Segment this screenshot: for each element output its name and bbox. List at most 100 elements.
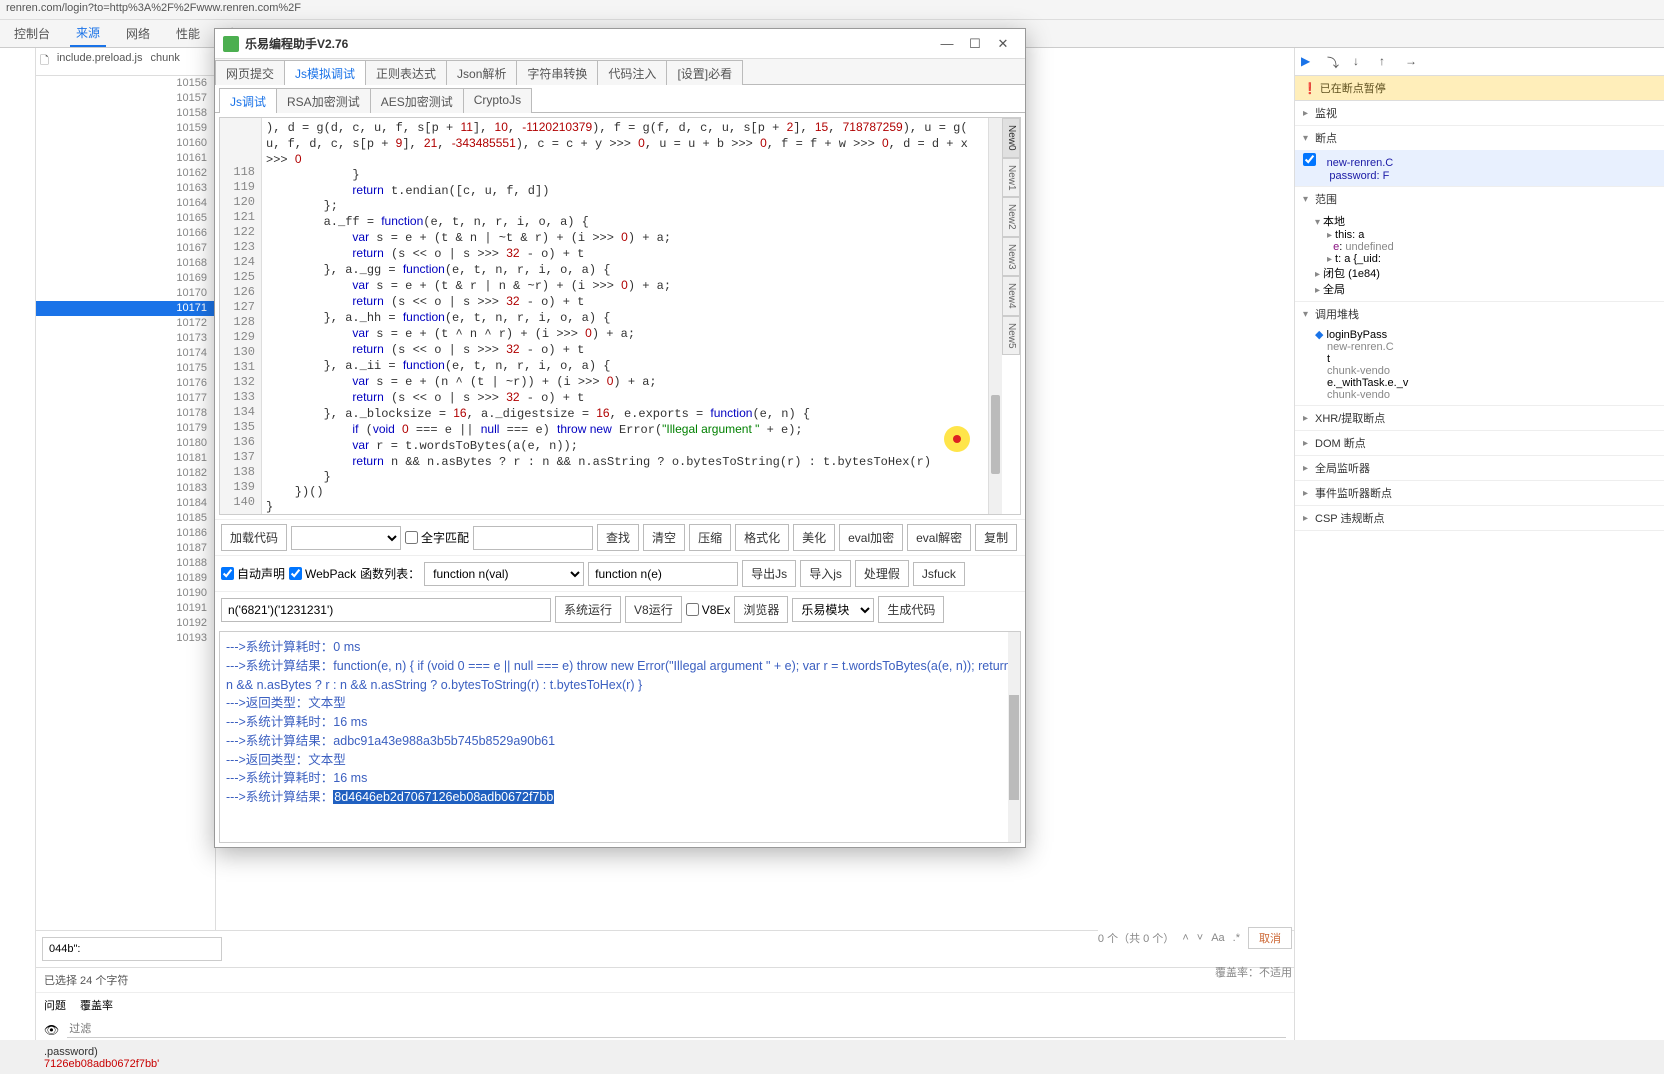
vertical-scrollbar[interactable] [988, 118, 1002, 514]
scope-t[interactable]: t: a {_uid: [1327, 253, 1656, 265]
v8ex-checkbox[interactable]: V8Ex [686, 603, 731, 617]
out-line-6: --->返回类型：文本型 [226, 751, 1014, 770]
jsfuck-button[interactable]: Jsfuck [913, 562, 965, 586]
handle-fake-button[interactable]: 处理假 [855, 560, 909, 587]
scope-global[interactable]: 全局 [1315, 281, 1656, 297]
module-select[interactable]: 乐易模块 [792, 598, 874, 622]
tab-issues[interactable]: 问题 [44, 997, 66, 1013]
tab-settings[interactable]: [设置]必看 [666, 60, 743, 85]
scope-this[interactable]: this: a [1327, 229, 1656, 241]
resume-icon[interactable]: ▶ [1301, 54, 1317, 70]
step-out-icon[interactable]: ↑ [1379, 54, 1395, 70]
file-chunk[interactable]: chunk [150, 52, 179, 71]
system-run-button[interactable]: 系统运行 [555, 596, 621, 623]
side-tab-new0[interactable]: New0 [1002, 118, 1020, 158]
tab-js-debug[interactable]: Js模拟调试 [284, 60, 366, 85]
tab-performance[interactable]: 性能 [170, 21, 206, 46]
step-over-icon[interactable]: ⤵ [1327, 54, 1343, 70]
subtab-js[interactable]: Js调试 [219, 88, 277, 113]
cancel-button[interactable]: 取消 [1248, 927, 1292, 949]
xhr-breakpoints[interactable]: XHR/提取断点 [1295, 406, 1664, 430]
search-input[interactable] [42, 937, 222, 961]
export-js-lower-button[interactable]: 导入js [800, 560, 851, 587]
step-icon[interactable]: → [1405, 54, 1421, 70]
match-case[interactable]: Aa [1211, 932, 1224, 944]
scope-local[interactable]: 本地 [1315, 213, 1656, 229]
find-button[interactable]: 查找 [597, 524, 639, 551]
cs-frame-1[interactable]: ◆ loginByPass [1315, 328, 1656, 341]
code-editor[interactable]: 1181191201211221231241251261271281291301… [219, 117, 1021, 515]
copy-button[interactable]: 复制 [975, 524, 1017, 551]
regex-icon[interactable]: .* [1233, 932, 1240, 944]
load-combo[interactable] [291, 526, 401, 550]
eye-icon[interactable]: 👁 [44, 1023, 59, 1037]
side-tab-new1[interactable]: New1 [1002, 158, 1020, 198]
bp-line: password: F [1329, 170, 1389, 182]
expression-input[interactable] [221, 598, 551, 622]
webpack-checkbox[interactable]: WebPack [289, 567, 356, 581]
subtab-cryptojs[interactable]: CryptoJs [463, 88, 532, 113]
minimize-button[interactable]: — [933, 34, 961, 54]
close-button[interactable]: ✕ [989, 34, 1017, 54]
export-js-upper-button[interactable]: 导出Js [742, 560, 796, 587]
side-tab-new2[interactable]: New2 [1002, 197, 1020, 237]
step-into-icon[interactable]: ↓ [1353, 54, 1369, 70]
cs-frame-2[interactable]: t [1315, 353, 1656, 365]
tab-coverage[interactable]: 覆盖率 [80, 997, 113, 1013]
eval-decrypt-button[interactable]: eval解密 [907, 524, 971, 551]
toolbar-row-3: 系统运行 V8运行 V8Ex 浏览器 乐易模块 生成代码 [215, 591, 1025, 627]
subtab-aes[interactable]: AES加密测试 [370, 88, 464, 113]
titlebar[interactable]: 乐易编程助手V2.76 — ☐ ✕ [215, 29, 1025, 59]
filter-input[interactable] [67, 1021, 1286, 1038]
output-scrollbar[interactable] [1008, 632, 1020, 842]
tab-regex[interactable]: 正则表达式 [365, 60, 447, 85]
debugger-sidebar: ▶ ⤵ ↓ ↑ → ❗ 已在断点暂停 监视 断点 new-renren.C pa… [1294, 48, 1664, 1040]
format-button[interactable]: 格式化 [735, 524, 789, 551]
csp-breakpoints[interactable]: CSP 违规断点 [1295, 506, 1664, 530]
code-content[interactable]: ), d = g(d, c, u, f, s[p + 11], 10, -112… [262, 118, 1020, 514]
side-tab-new3[interactable]: New3 [1002, 237, 1020, 277]
out-line-8: --->系统计算结果：8d4646eb2d7067126eb08adb0672f… [226, 788, 1014, 807]
func-name-input[interactable] [588, 562, 738, 586]
full-match-checkbox[interactable]: 全字匹配 [405, 529, 469, 546]
auto-declare-checkbox[interactable]: 自动声明 [221, 565, 285, 582]
tab-network[interactable]: 网络 [120, 21, 156, 46]
scope-closure[interactable]: 闭包 (1e84) [1315, 265, 1656, 281]
breakpoints-section[interactable]: 断点 [1295, 126, 1664, 150]
toolbar-row-2: 自动声明 WebPack 函数列表： function n(val) 导出Js … [215, 555, 1025, 591]
browser-button[interactable]: 浏览器 [734, 596, 788, 623]
subtab-rsa[interactable]: RSA加密测试 [276, 88, 371, 113]
side-tab-new5[interactable]: New5 [1002, 316, 1020, 356]
search-term-input[interactable] [473, 526, 593, 550]
watch-section[interactable]: 监视 [1295, 101, 1664, 125]
tab-inject[interactable]: 代码注入 [597, 60, 667, 85]
cs-frame-3[interactable]: e._withTask.e._v [1315, 377, 1656, 389]
clear-button[interactable]: 清空 [643, 524, 685, 551]
output-panel[interactable]: --->系统计算耗时：0 ms --->系统计算结果：function(e, n… [219, 631, 1021, 843]
file-preload[interactable]: include.preload.js [57, 52, 143, 71]
callstack-section[interactable]: 调用堆栈 [1295, 302, 1664, 326]
bp-checkbox[interactable] [1303, 153, 1316, 166]
side-tab-new4[interactable]: New4 [1002, 276, 1020, 316]
dom-breakpoints[interactable]: DOM 断点 [1295, 431, 1664, 455]
v8-run-button[interactable]: V8运行 [625, 596, 682, 623]
tab-sources[interactable]: 来源 [70, 20, 106, 47]
func-select[interactable]: function n(val) [424, 562, 584, 586]
tab-web-submit[interactable]: 网页提交 [215, 60, 285, 85]
cs-frame-3-src: chunk-vendo [1315, 389, 1656, 401]
tab-string[interactable]: 字符串转换 [516, 60, 598, 85]
generate-code-button[interactable]: 生成代码 [878, 596, 944, 623]
load-code-button[interactable]: 加载代码 [221, 524, 287, 551]
eval-encrypt-button[interactable]: eval加密 [839, 524, 903, 551]
maximize-button[interactable]: ☐ [961, 34, 989, 54]
global-listeners[interactable]: 全局监听器 [1295, 456, 1664, 480]
beautify-button[interactable]: 美化 [793, 524, 835, 551]
scope-section[interactable]: 范围 [1295, 187, 1664, 211]
tab-json[interactable]: Json解析 [446, 60, 517, 85]
compress-button[interactable]: 压缩 [689, 524, 731, 551]
prev-match-icon[interactable]: ˄ [1182, 932, 1188, 944]
event-listener-breakpoints[interactable]: 事件监听器断点 [1295, 481, 1664, 505]
next-match-icon[interactable]: ˅ [1197, 932, 1203, 944]
tab-console[interactable]: 控制台 [8, 21, 56, 46]
breakpoint-item[interactable]: new-renren.C password: F [1295, 150, 1664, 186]
